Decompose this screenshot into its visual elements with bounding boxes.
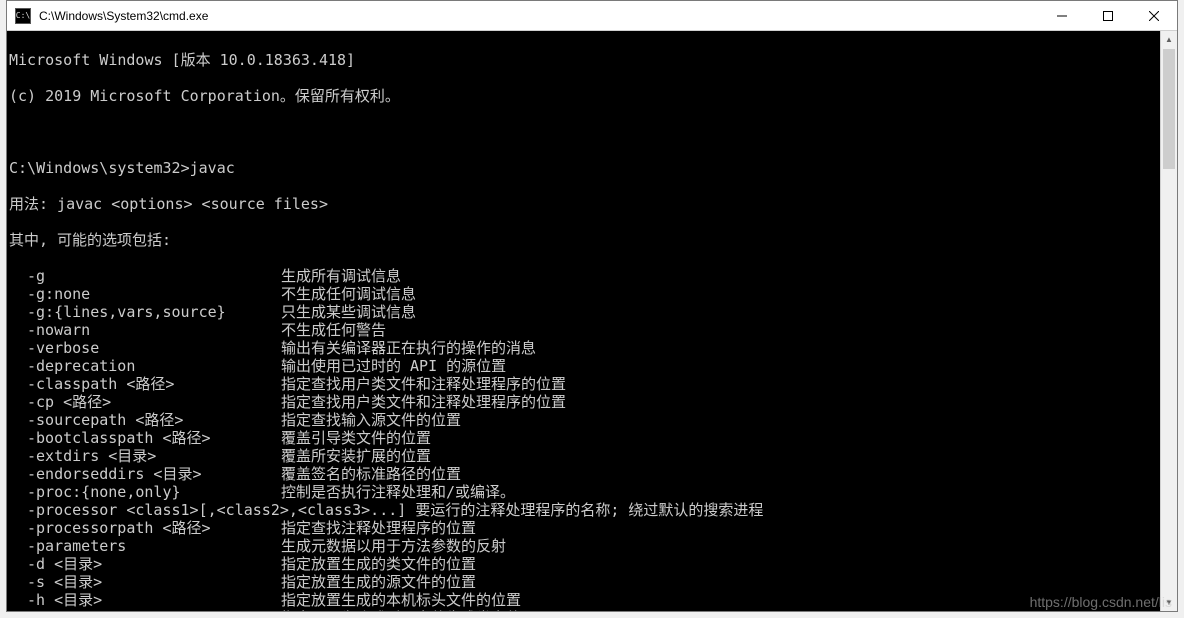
close-button[interactable] [1131, 1, 1177, 30]
option-flag: -endorseddirs <目录> [9, 465, 281, 483]
option-desc: 指定查找输入源文件的位置 [281, 411, 461, 429]
option-flag: -processor <class1>[,<class2>,<class3>..… [9, 501, 763, 519]
option-flag: -parameters [9, 537, 281, 555]
minimize-button[interactable] [1039, 1, 1085, 30]
option-row: -g:{lines,vars,source}只生成某些调试信息 [9, 303, 1160, 321]
option-flag: -processorpath <路径> [9, 519, 281, 537]
option-desc: 指定查找用户类文件和注释处理程序的位置 [281, 393, 566, 411]
option-row: -g生成所有调试信息 [9, 267, 1160, 285]
option-row: -deprecation输出使用已过时的 API 的源位置 [9, 357, 1160, 375]
window-controls [1039, 1, 1177, 30]
option-row: -proc:{none,only}控制是否执行注释处理和/或编译。 [9, 483, 1160, 501]
option-flag: -h <目录> [9, 591, 281, 609]
scroll-up-arrow[interactable]: ▲ [1161, 31, 1177, 48]
titlebar[interactable]: C:\ C:\Windows\System32\cmd.exe [7, 1, 1177, 31]
option-flag: -s <目录> [9, 573, 281, 591]
prompt-line: C:\Windows\system32>javac [9, 159, 1160, 177]
option-flag: -d <目录> [9, 555, 281, 573]
where-line: 其中, 可能的选项包括: [9, 231, 1160, 249]
option-desc: 输出有关编译器正在执行的操作的消息 [281, 339, 536, 357]
option-row: -extdirs <目录>覆盖所安装扩展的位置 [9, 447, 1160, 465]
option-desc: 输出使用已过时的 API 的源位置 [281, 357, 506, 375]
option-flag: -cp <路径> [9, 393, 281, 411]
option-flag: -sourcepath <路径> [9, 411, 281, 429]
vertical-scrollbar[interactable]: ▲ ▼ [1160, 31, 1177, 611]
option-flag: -classpath <路径> [9, 375, 281, 393]
header-line: Microsoft Windows [版本 10.0.18363.418] [9, 51, 1160, 69]
option-row: -processorpath <路径>指定查找注释处理程序的位置 [9, 519, 1160, 537]
option-desc: 指定放置生成的类文件的位置 [281, 555, 476, 573]
terminal-output[interactable]: Microsoft Windows [版本 10.0.18363.418] (c… [7, 31, 1160, 611]
watermark: https://blog.csdn.net/lis [1030, 594, 1172, 610]
option-flag: -implicit:{none,class} [9, 609, 281, 611]
cmd-window: C:\ C:\Windows\System32\cmd.exe Microsof… [6, 0, 1178, 612]
option-desc: 不生成任何警告 [281, 321, 386, 339]
option-flag: -g [9, 267, 281, 285]
option-row: -verbose输出有关编译器正在执行的操作的消息 [9, 339, 1160, 357]
options-list: -g生成所有调试信息-g:none不生成任何调试信息-g:{lines,vars… [9, 267, 1160, 611]
option-row: -endorseddirs <目录>覆盖签名的标准路径的位置 [9, 465, 1160, 483]
option-flag: -g:{lines,vars,source} [9, 303, 281, 321]
option-desc: 控制是否执行注释处理和/或编译。 [281, 483, 515, 501]
maximize-button[interactable] [1085, 1, 1131, 30]
option-row: -bootclasspath <路径>覆盖引导类文件的位置 [9, 429, 1160, 447]
client-area: Microsoft Windows [版本 10.0.18363.418] (c… [7, 31, 1177, 611]
option-desc: 指定放置生成的源文件的位置 [281, 573, 476, 591]
app-icon: C:\ [15, 8, 31, 24]
window-title: C:\Windows\System32\cmd.exe [37, 9, 1039, 23]
option-desc: 不生成任何调试信息 [281, 285, 416, 303]
usage-line: 用法: javac <options> <source files> [9, 195, 1160, 213]
option-row: -s <目录>指定放置生成的源文件的位置 [9, 573, 1160, 591]
option-desc: 指定查找注释处理程序的位置 [281, 519, 476, 537]
scroll-thumb[interactable] [1163, 49, 1175, 169]
option-desc: 覆盖签名的标准路径的位置 [281, 465, 461, 483]
option-flag: -verbose [9, 339, 281, 357]
option-desc: 指定是否为隐式引用文件生成类文件 [281, 609, 521, 611]
header-line: (c) 2019 Microsoft Corporation。保留所有权利。 [9, 87, 1160, 105]
option-flag: -proc:{none,only} [9, 483, 281, 501]
option-desc: 生成所有调试信息 [281, 267, 401, 285]
option-desc: 指定放置生成的本机标头文件的位置 [281, 591, 521, 609]
option-row: -sourcepath <路径>指定查找输入源文件的位置 [9, 411, 1160, 429]
option-desc: 覆盖所安装扩展的位置 [281, 447, 431, 465]
option-row: -nowarn不生成任何警告 [9, 321, 1160, 339]
option-flag: -nowarn [9, 321, 281, 339]
option-row: -cp <路径>指定查找用户类文件和注释处理程序的位置 [9, 393, 1160, 411]
option-row: -h <目录>指定放置生成的本机标头文件的位置 [9, 591, 1160, 609]
blank-line [9, 123, 1160, 141]
option-row: -parameters生成元数据以用于方法参数的反射 [9, 537, 1160, 555]
option-desc: 指定查找用户类文件和注释处理程序的位置 [281, 375, 566, 393]
close-icon [1149, 11, 1159, 21]
option-desc: 覆盖引导类文件的位置 [281, 429, 431, 447]
option-row: -processor <class1>[,<class2>,<class3>..… [9, 501, 1160, 519]
maximize-icon [1103, 11, 1113, 21]
option-flag: -extdirs <目录> [9, 447, 281, 465]
option-flag: -g:none [9, 285, 281, 303]
option-flag: -deprecation [9, 357, 281, 375]
option-row: -d <目录>指定放置生成的类文件的位置 [9, 555, 1160, 573]
option-flag: -bootclasspath <路径> [9, 429, 281, 447]
option-row: -g:none不生成任何调试信息 [9, 285, 1160, 303]
option-row: -implicit:{none,class}指定是否为隐式引用文件生成类文件 [9, 609, 1160, 611]
option-desc: 只生成某些调试信息 [281, 303, 416, 321]
minimize-icon [1057, 11, 1067, 21]
option-desc: 生成元数据以用于方法参数的反射 [281, 537, 506, 555]
option-row: -classpath <路径>指定查找用户类文件和注释处理程序的位置 [9, 375, 1160, 393]
